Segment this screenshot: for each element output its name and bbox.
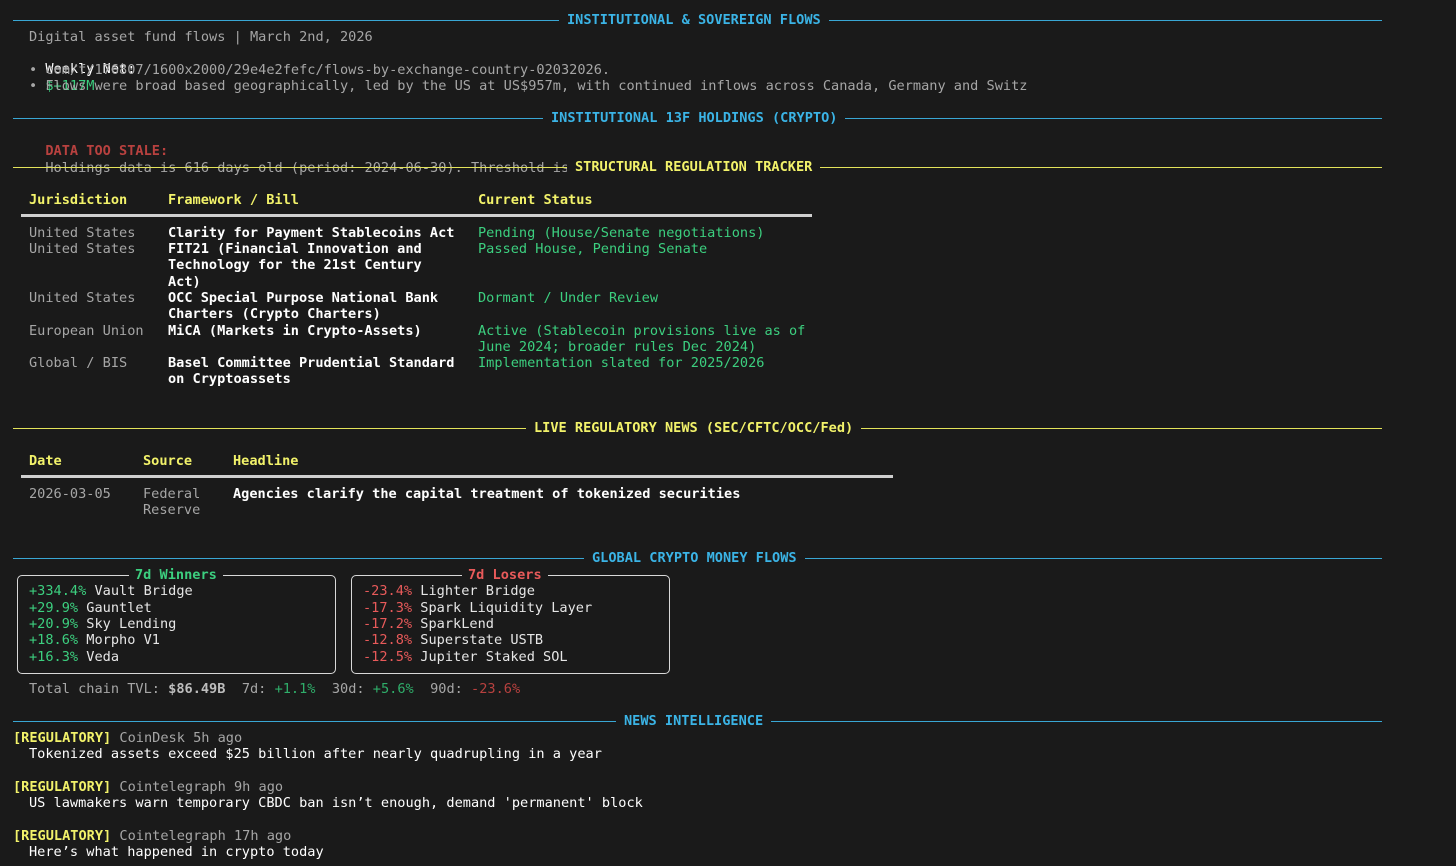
winner-row: +29.9% Gauntlet (29, 600, 152, 616)
table-cell-status: Passed House, Pending Senate (478, 241, 708, 257)
col-header-headline: Headline (233, 453, 299, 469)
tvl-30d-label: 30d: (331, 681, 365, 697)
flows-subtitle: Digital asset fund flows | March 2nd, 20… (29, 29, 373, 45)
loser-pct: -23.4% (363, 583, 413, 599)
loser-row: -23.4% Lighter Bridge (363, 583, 535, 599)
loser-pct: -17.3% (363, 600, 413, 616)
tvl-30d-value: +5.6% (372, 681, 414, 697)
news-tag: [REGULATORY] (13, 779, 112, 795)
section-title-news-intelligence: NEWS INTELLIGENCE (616, 713, 772, 730)
table-cell-framework: MiCA (Markets in Crypto-Assets) (168, 323, 422, 339)
tvl-summary: Total chain TVL: $86.49B 7d: +1.1% 30d: … (29, 681, 520, 697)
section-title-institutional-flows: INSTITUTIONAL & SOVEREIGN FLOWS (559, 12, 829, 29)
winner-name: Gauntlet (86, 600, 152, 616)
table-cell-framework: FIT21 (Financial Innovation and Technolo… (168, 241, 422, 290)
table-cell-jurisdiction: United States (29, 241, 136, 257)
loser-name: SparkLend (420, 616, 494, 632)
news-source: Federal Reserve (143, 486, 201, 519)
winner-pct: +16.3% (29, 649, 79, 665)
loser-pct: -12.8% (363, 632, 413, 648)
loser-row: -17.3% Spark Liquidity Layer (363, 600, 592, 616)
losers-panel-title: 7d Losers (462, 567, 548, 584)
loser-row: -12.5% Jupiter Staked SOL (363, 649, 568, 665)
winner-row: +334.4% Vault Bridge (29, 583, 193, 599)
winner-pct: +20.9% (29, 616, 79, 632)
table-cell-status: Dormant / Under Review (478, 290, 659, 306)
table-cell-status: Implementation slated for 2025/2026 (478, 355, 765, 371)
col-header-jurisdiction: Jurisdiction (29, 192, 128, 208)
flows-bullet: • Flows were broad based geographically,… (29, 78, 1028, 94)
winner-name: Vault Bridge (94, 583, 193, 599)
section-title-regulation-tracker: STRUCTURAL REGULATION TRACKER (567, 159, 821, 176)
loser-pct: -12.5% (363, 649, 413, 665)
winner-row: +20.9% Sky Lending (29, 616, 176, 632)
winner-name: Veda (86, 649, 120, 665)
col-header-framework: Framework / Bill (168, 192, 299, 208)
winner-name: Morpho V1 (86, 632, 160, 648)
loser-name: Superstate USTB (420, 632, 544, 648)
table-header-divider (21, 214, 812, 217)
tvl-90d-value: -23.6% (471, 681, 521, 697)
tvl-7d-value: +1.1% (274, 681, 316, 697)
news-meta: CoinDesk 5h ago (119, 730, 243, 746)
table-cell-framework: Basel Committee Prudential Standard on C… (168, 355, 455, 388)
section-title-13f-holdings: INSTITUTIONAL 13F HOLDINGS (CRYPTO) (543, 110, 846, 127)
news-meta: Cointelegraph 17h ago (119, 828, 292, 844)
col-header-status: Current Status (478, 192, 593, 208)
table-cell-jurisdiction: Global / BIS (29, 355, 128, 371)
winners-panel-title: 7d Winners (129, 567, 223, 584)
tvl-7d-label: 7d: (241, 681, 267, 697)
winner-pct: +334.4% (29, 583, 87, 599)
news-headline-link[interactable]: Agencies clarify the capital treatment o… (233, 486, 740, 502)
news-meta: Cointelegraph 9h ago (119, 779, 284, 795)
news-item-headline[interactable]: Tokenized assets exceed $25 billion afte… (29, 746, 602, 762)
news-item-meta: [REGULATORY] CoinDesk 5h ago (13, 730, 242, 746)
loser-row: -17.2% SparkLend (363, 616, 494, 632)
loser-name: Spark Liquidity Layer (420, 600, 593, 616)
table-cell-status: Pending (House/Senate negotiations) (478, 225, 765, 241)
table-cell-jurisdiction: European Union (29, 323, 144, 339)
col-header-source: Source (143, 453, 193, 469)
news-item-headline[interactable]: Here’s what happened in crypto today (29, 844, 324, 860)
loser-name: Lighter Bridge (420, 583, 535, 599)
winner-row: +18.6% Morpho V1 (29, 632, 160, 648)
stale-label: DATA TOO STALE: (45, 143, 169, 160)
tvl-90d-label: 90d: (430, 681, 463, 697)
winner-pct: +29.9% (29, 600, 79, 616)
col-header-date: Date (29, 453, 62, 469)
loser-pct: -17.2% (363, 616, 413, 632)
news-item-meta: [REGULATORY] Cointelegraph 17h ago (13, 828, 291, 844)
news-tag: [REGULATORY] (13, 730, 112, 746)
loser-name: Jupiter Staked SOL (420, 649, 568, 665)
news-item-meta: [REGULATORY] Cointelegraph 9h ago (13, 779, 283, 795)
winner-name: Sky Lending (86, 616, 177, 632)
table-cell-jurisdiction: United States (29, 290, 136, 306)
table-cell-framework: Clarity for Payment Stablecoins Act (168, 225, 455, 241)
winner-row: +16.3% Veda (29, 649, 119, 665)
winner-pct: +18.6% (29, 632, 79, 648)
table-cell-jurisdiction: United States (29, 225, 136, 241)
section-title-money-flows: GLOBAL CRYPTO MONEY FLOWS (584, 550, 805, 567)
loser-row: -12.8% Superstate USTB (363, 632, 543, 648)
table-header-divider (21, 475, 893, 478)
news-item-headline[interactable]: US lawmakers warn temporary CBDC ban isn… (29, 795, 643, 811)
tvl-label: Total chain TVL: (29, 681, 160, 697)
flows-bullet: • com/f/176807/1600x2000/29e4e2fefc/flow… (29, 62, 611, 78)
table-cell-status: Active (Stablecoin provisions live as of… (478, 323, 806, 356)
tvl-value: $86.49B (168, 681, 226, 697)
section-title-live-regulatory-news: LIVE REGULATORY NEWS (SEC/CFTC/OCC/Fed) (526, 420, 862, 437)
news-tag: [REGULATORY] (13, 828, 112, 844)
news-date: 2026-03-05 (29, 486, 111, 502)
table-cell-framework: OCC Special Purpose National Bank Charte… (168, 290, 439, 323)
